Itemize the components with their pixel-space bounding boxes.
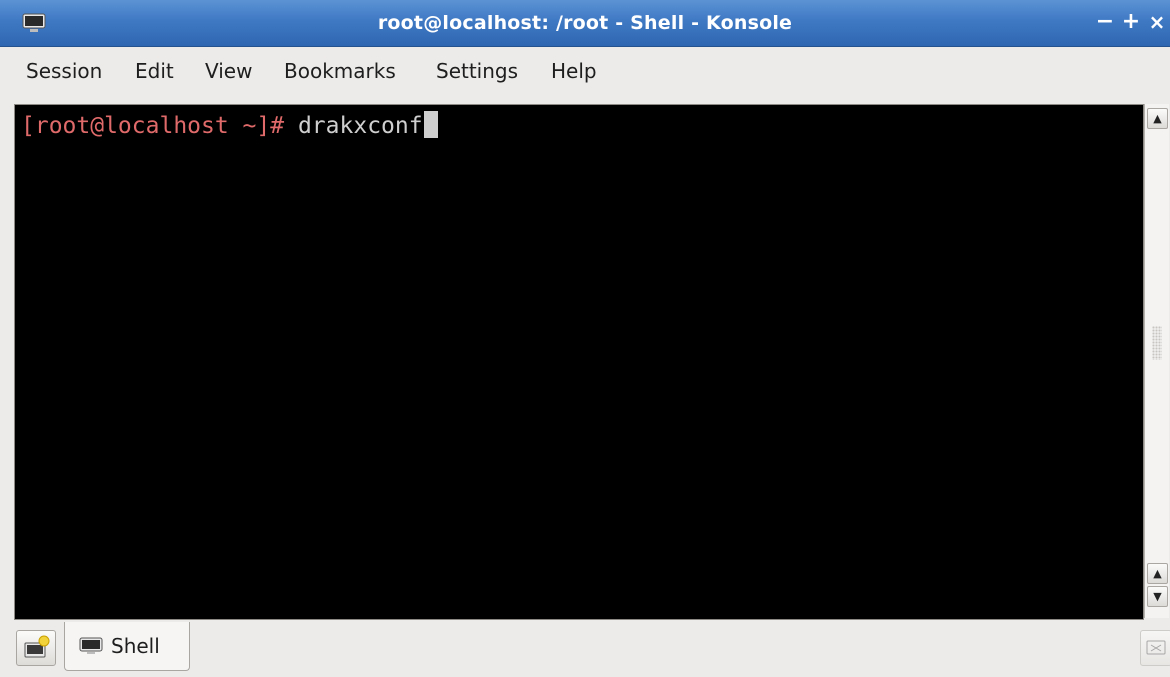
menu-view[interactable]: View (205, 59, 252, 83)
minimize-button[interactable]: − (1094, 11, 1116, 33)
close-tab-icon (1146, 640, 1166, 655)
text-cursor (423, 111, 438, 138)
menu-bookmarks[interactable]: Bookmarks (284, 59, 396, 83)
monitor-icon (79, 637, 103, 654)
menu-bar: Session Edit View Bookmarks Settings Hel… (0, 47, 1170, 97)
tab-bar: Shell (0, 620, 1170, 677)
close-button[interactable]: × (1146, 11, 1168, 33)
scroll-up-button[interactable]: ▲ (1147, 108, 1168, 129)
window-title: root@localhost: /root - Shell - Konsole (377, 12, 793, 34)
terminal-view[interactable]: [root@localhost ~]# drakxconf (14, 104, 1144, 620)
scroll-down-button[interactable]: ▼ (1147, 586, 1168, 607)
new-tab-icon (24, 635, 50, 658)
tab-shell[interactable]: Shell (64, 622, 190, 671)
vertical-scrollbar[interactable]: ▲ ▲ ▼ (1144, 104, 1169, 618)
scroll-up-button-bottom[interactable]: ▲ (1147, 563, 1168, 584)
terminal-line: [root@localhost ~]# drakxconf (21, 111, 438, 141)
scrollbar-grip[interactable] (1152, 326, 1162, 360)
tab-label: Shell (111, 634, 160, 658)
maximize-button[interactable]: + (1120, 11, 1142, 33)
konsole-window: root@localhost: /root - Shell - Konsole … (0, 0, 1170, 677)
menu-settings[interactable]: Settings (436, 59, 518, 83)
new-tab-button[interactable] (16, 630, 56, 666)
menu-session[interactable]: Session (26, 59, 102, 83)
menu-help[interactable]: Help (551, 59, 597, 83)
shell-prompt: [root@localhost ~]# (21, 113, 285, 139)
close-tab-button[interactable] (1140, 630, 1170, 666)
shell-command: drakxconf (284, 113, 423, 139)
menu-edit[interactable]: Edit (135, 59, 174, 83)
title-bar[interactable]: root@localhost: /root - Shell - Konsole … (0, 0, 1170, 47)
